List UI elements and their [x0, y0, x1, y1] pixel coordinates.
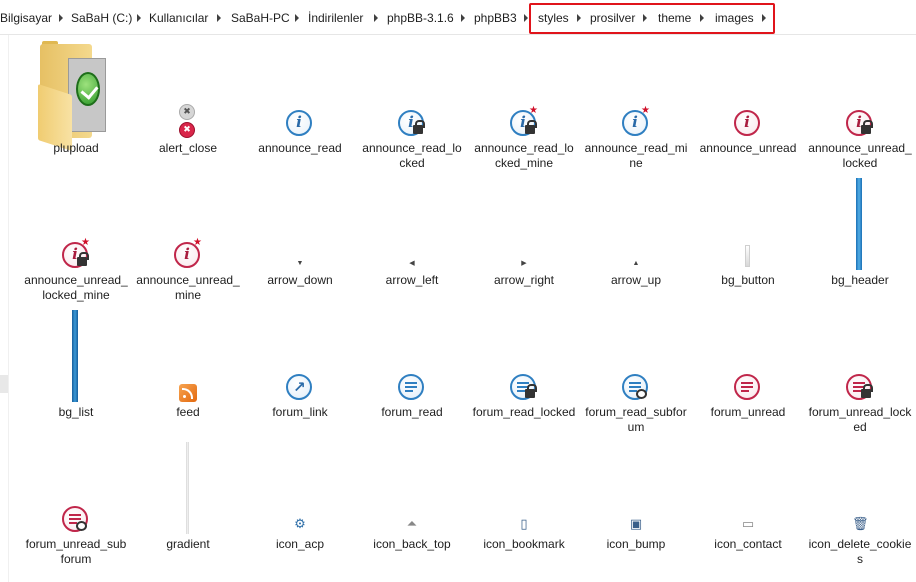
file-name: bg_button [721, 273, 775, 287]
file-name: arrow_right [493, 273, 555, 287]
file-name: icon_acp [275, 537, 325, 551]
file-name: announce_unread [699, 141, 797, 155]
file-name: bg_list [58, 405, 94, 419]
file-name: alert_close [158, 141, 218, 155]
info-red-lock-icon: i [846, 110, 873, 136]
forum-unread-subforum-icon [62, 506, 88, 532]
file-name: plupload [53, 141, 99, 155]
info-icon: i [286, 110, 312, 136]
arrow-down-icon: ▼ [296, 260, 304, 267]
gradient-icon [186, 442, 189, 534]
info-star-icon: i ★ [622, 106, 650, 136]
info-lock-icon: i [398, 110, 425, 136]
file-name: arrow_up [610, 273, 662, 287]
forum-read-icon [398, 374, 424, 400]
file-name: forum_unread_subforum [25, 537, 127, 566]
acp-gears-icon: ⚙ [294, 516, 306, 531]
back-top-icon: ⏶ [406, 516, 418, 531]
info-red-icon: i [734, 110, 760, 136]
alert-close-icon [179, 104, 195, 138]
bg-list-icon [72, 310, 78, 402]
file-name: feed [176, 405, 200, 419]
info-lock-star-icon: i ★ [510, 106, 538, 136]
bookmark-icon: ▯ [520, 516, 528, 531]
file-name: forum_read [381, 405, 443, 419]
file-name: forum_unread [710, 405, 786, 419]
info-red-star-icon: i ★ [174, 238, 202, 268]
file-name: bg_header [831, 273, 889, 287]
file-name: announce_unread_locked [808, 141, 912, 170]
forum-read-locked-icon [510, 374, 537, 400]
file-name: announce_read [258, 141, 342, 155]
trash-icon: 🗑 [852, 516, 869, 531]
file-name: announce_unread_mine [136, 273, 240, 302]
file-name: icon_bump [606, 537, 666, 551]
arrow-up-icon: ▲ [632, 260, 640, 267]
file-name: announce_read_locked_mine [474, 141, 574, 170]
bump-icon: ▣ [629, 516, 643, 531]
forum-unread-icon [734, 374, 760, 400]
rss-feed-icon [179, 384, 197, 402]
file-name: gradient [166, 537, 210, 551]
folder-icon [38, 41, 108, 152]
file-name: icon_contact [714, 537, 782, 551]
forum-unread-locked-icon [846, 374, 873, 400]
arrow-right-icon: ▶ [521, 260, 527, 267]
file-name: icon_bookmark [483, 537, 565, 551]
file-list: plupload alert_close i announce_read i a… [0, 0, 916, 582]
forum-link-icon: ↗ [286, 374, 312, 400]
bg-button-icon [745, 245, 750, 267]
file-name: forum_link [272, 405, 328, 419]
arrow-left-icon: ◀ [409, 260, 415, 267]
bg-header-icon [856, 178, 862, 270]
file-name: icon_back_top [373, 537, 451, 551]
contact-bubble-icon: ▭ [741, 516, 755, 531]
file-name: forum_read_locked [472, 405, 576, 419]
forum-read-subforum-icon [622, 374, 648, 400]
file-name: announce_read_locked [362, 141, 462, 170]
file-name: announce_read_mine [584, 141, 688, 170]
file-name: forum_read_subforum [585, 405, 687, 434]
file-name: icon_delete_cookies [808, 537, 912, 566]
file-name: announce_unread_locked_mine [24, 273, 128, 302]
file-name: forum_unread_locked [808, 405, 912, 434]
file-name: arrow_down [267, 273, 333, 287]
info-red-lock-star-icon: i ★ [62, 238, 90, 268]
file-name: arrow_left [385, 273, 439, 287]
